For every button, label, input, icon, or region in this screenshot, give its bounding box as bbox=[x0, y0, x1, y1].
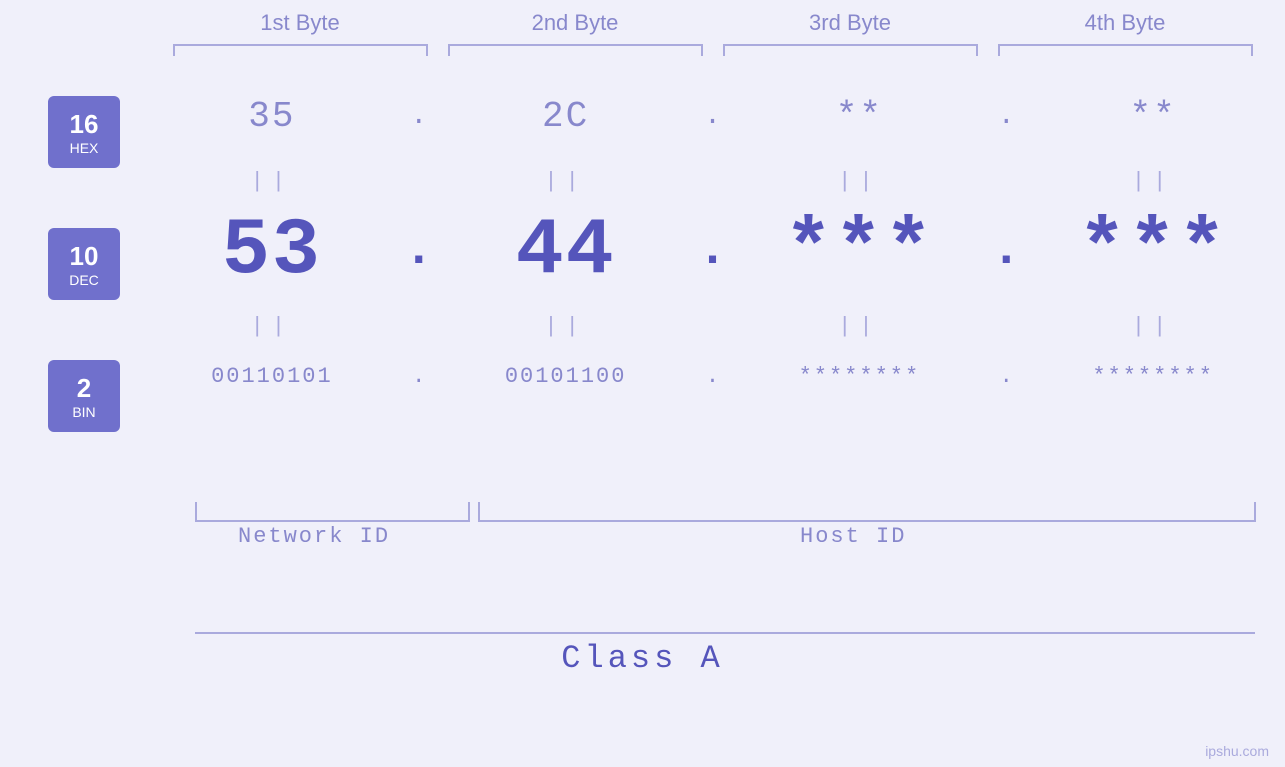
byte-header-2: 2nd Byte bbox=[438, 10, 713, 44]
hex-val-4: ** bbox=[1021, 96, 1285, 137]
class-line bbox=[195, 632, 1255, 634]
bracket-1 bbox=[173, 44, 428, 56]
hex-val-1: 35 bbox=[140, 96, 404, 137]
dec-dot-1: . bbox=[404, 201, 434, 301]
bin-dot-3: . bbox=[991, 364, 1021, 389]
dec-val-1: 53 bbox=[140, 206, 404, 297]
dec-val-2: 44 bbox=[434, 206, 698, 297]
byte-header-4: 4th Byte bbox=[988, 10, 1263, 44]
watermark: ipshu.com bbox=[1205, 743, 1269, 759]
hex-dot-3: . bbox=[991, 101, 1021, 132]
hex-val-2: 2C bbox=[434, 96, 698, 137]
bracket-2 bbox=[448, 44, 703, 56]
eq2-4: || bbox=[1021, 314, 1285, 339]
bin-dot-1: . bbox=[404, 364, 434, 389]
dec-badge-num: 10 bbox=[70, 241, 99, 272]
dec-dot-2: . bbox=[698, 201, 728, 301]
bracket-3 bbox=[723, 44, 978, 56]
network-id-bracket bbox=[195, 502, 470, 522]
dec-badge-name: DEC bbox=[69, 272, 99, 288]
eq-4: || bbox=[1021, 169, 1285, 194]
hex-badge-num: 16 bbox=[70, 109, 99, 140]
bin-badge-name: BIN bbox=[72, 404, 95, 420]
dec-val-3: *** bbox=[728, 206, 992, 297]
dec-dot-3: . bbox=[991, 201, 1021, 301]
eq2-2: || bbox=[434, 314, 698, 339]
host-id-bracket bbox=[478, 502, 1256, 522]
host-id-label: Host ID bbox=[800, 524, 906, 549]
dec-row: 53 . 44 . *** . *** bbox=[140, 201, 1285, 301]
byte-header-1: 1st Byte bbox=[163, 10, 438, 44]
labels-column: 16 HEX 10 DEC 2 BIN bbox=[0, 76, 140, 492]
dec-val-4: *** bbox=[1021, 206, 1285, 297]
bin-badge: 2 BIN bbox=[48, 360, 120, 432]
eq-1: || bbox=[140, 169, 404, 194]
byte-header-3: 3rd Byte bbox=[713, 10, 988, 44]
eq-2: || bbox=[434, 169, 698, 194]
class-area: Class A bbox=[0, 622, 1285, 692]
values-grid: 35 . 2C . ** . ** || || || || 53 bbox=[140, 76, 1285, 411]
hex-dot-2: . bbox=[698, 101, 728, 132]
bin-val-2: 00101100 bbox=[434, 364, 698, 389]
hex-row: 35 . 2C . ** . ** bbox=[140, 76, 1285, 156]
bin-badge-num: 2 bbox=[77, 373, 91, 404]
header-brackets bbox=[163, 44, 1263, 56]
bin-dot-2: . bbox=[698, 364, 728, 389]
bin-val-1: 00110101 bbox=[140, 364, 404, 389]
eq-row-1: || || || || bbox=[140, 166, 1285, 196]
hex-val-3: ** bbox=[728, 96, 992, 137]
class-label: Class A bbox=[561, 640, 723, 677]
bin-row: 00110101 . 00101100 . ******** . *******… bbox=[140, 346, 1285, 406]
hex-badge-name: HEX bbox=[70, 140, 99, 156]
hex-badge: 16 HEX bbox=[48, 96, 120, 168]
bin-val-4: ******** bbox=[1021, 364, 1285, 389]
bracket-4 bbox=[998, 44, 1253, 56]
eq2-1: || bbox=[140, 314, 404, 339]
bin-val-3: ******** bbox=[728, 364, 992, 389]
network-id-label: Network ID bbox=[238, 524, 390, 549]
eq-row-2: || || || || bbox=[140, 311, 1285, 341]
hex-dot-1: . bbox=[404, 101, 434, 132]
bottom-bracket-area: Network ID Host ID bbox=[0, 502, 1285, 622]
content-area: 16 HEX 10 DEC 2 BIN 35 . 2C . ** . ** bbox=[0, 76, 1285, 492]
eq-3: || bbox=[728, 169, 992, 194]
byte-headers-row: 1st Byte 2nd Byte 3rd Byte 4th Byte bbox=[163, 10, 1263, 44]
eq2-3: || bbox=[728, 314, 992, 339]
dec-badge: 10 DEC bbox=[48, 228, 120, 300]
main-container: 1st Byte 2nd Byte 3rd Byte 4th Byte 16 H… bbox=[0, 0, 1285, 767]
